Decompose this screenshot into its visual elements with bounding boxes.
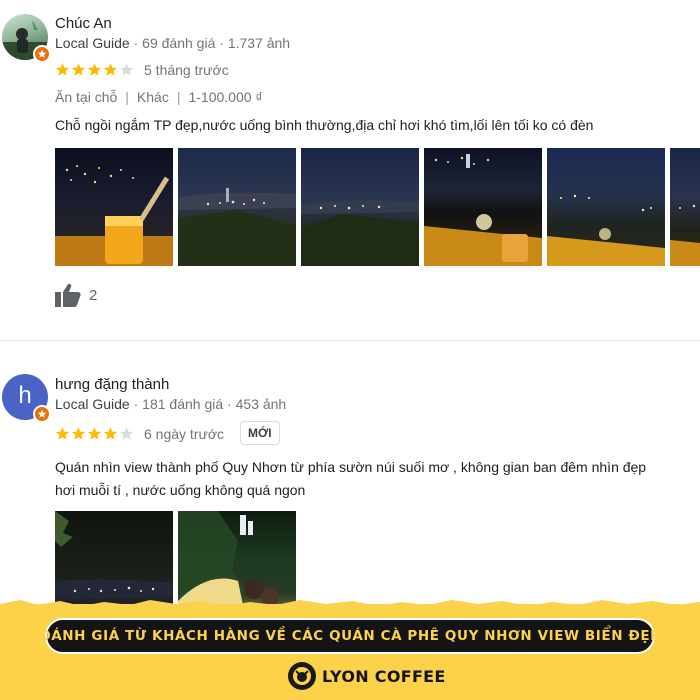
star-icon — [55, 63, 70, 76]
banner-title: ĐÁNH GIÁ TỪ KHÁCH HÀNG VỀ CÁC QUÁN CÀ PH… — [39, 628, 661, 644]
star-icon — [87, 427, 102, 440]
tag-other: Khác — [136, 89, 169, 105]
star-icon — [103, 427, 118, 440]
local-guide-badge-icon — [33, 45, 51, 63]
review-photo[interactable] — [670, 148, 700, 266]
reviewer-name[interactable]: hưng đặng thành — [55, 376, 169, 393]
local-guide-badge-icon — [33, 405, 51, 423]
avatar[interactable]: h — [2, 374, 51, 423]
star-empty-icon — [119, 427, 134, 440]
review-tags: Ăn tại chỗ | Khác | 1-100.000 ₫ — [55, 89, 263, 105]
local-guide-label: Local Guide — [55, 396, 130, 412]
review-time: 6 ngày trước — [144, 426, 225, 442]
star-icon — [103, 63, 118, 76]
brand-footer: LYON COFFEE — [288, 662, 446, 690]
thumbs-up-icon — [55, 283, 81, 307]
torn-paper-edge — [0, 600, 700, 612]
lyon-logo-icon — [288, 662, 316, 690]
review-text-line: hơi muỗi tí , nước uống không quá ngon — [55, 482, 306, 498]
banner-title-pill: ĐÁNH GIÁ TỪ KHÁCH HÀNG VỀ CÁC QUÁN CÀ PH… — [39, 618, 660, 654]
star-icon — [71, 427, 86, 440]
reviewer-name[interactable]: Chúc An — [55, 15, 112, 32]
review-photo[interactable] — [547, 148, 665, 266]
review-card: Chúc An Local Guide · 69 đánh giá · 1.73… — [0, 0, 700, 340]
star-rating — [55, 426, 134, 441]
review-text: Chỗ ngồi ngắm TP đẹp,nước uống bình thườ… — [55, 117, 594, 133]
review-photo[interactable] — [55, 148, 173, 266]
review-text-line: Quán nhìn view thành phố Quy Nhơn từ phí… — [55, 459, 647, 475]
review-count: 69 đánh giá — [142, 35, 216, 51]
reviewer-meta[interactable]: Local Guide · 69 đánh giá · 1.737 ảnh — [55, 35, 290, 51]
avatar[interactable] — [2, 14, 51, 63]
tag-price: 1-100.000 ₫ — [188, 89, 263, 105]
star-rating — [55, 62, 134, 77]
review-time: 5 tháng trước — [144, 62, 229, 78]
tag-dine-in: Ăn tại chỗ — [55, 89, 118, 105]
review-photo[interactable] — [424, 148, 542, 266]
photo-count: 453 ảnh — [235, 396, 287, 412]
local-guide-label: Local Guide — [55, 35, 130, 51]
like-button[interactable]: 2 — [55, 283, 97, 307]
new-badge: MỚI — [240, 421, 280, 445]
review-photos — [55, 148, 700, 266]
review-photo[interactable] — [301, 148, 419, 266]
photo-count: 1.737 ảnh — [227, 35, 291, 51]
star-icon — [87, 63, 102, 76]
review-count: 181 đánh giá — [142, 396, 224, 412]
avatar-letter: h — [18, 382, 32, 409]
brand-name: LYON COFFEE — [322, 666, 446, 686]
star-empty-icon — [119, 63, 134, 76]
star-icon — [55, 427, 70, 440]
like-count: 2 — [89, 286, 98, 304]
review-card: h hưng đặng thành Local Guide · 181 đánh… — [0, 341, 700, 629]
review-photo[interactable] — [178, 148, 296, 266]
star-icon — [71, 63, 86, 76]
reviewer-meta[interactable]: Local Guide · 181 đánh giá · 453 ảnh — [55, 396, 286, 412]
